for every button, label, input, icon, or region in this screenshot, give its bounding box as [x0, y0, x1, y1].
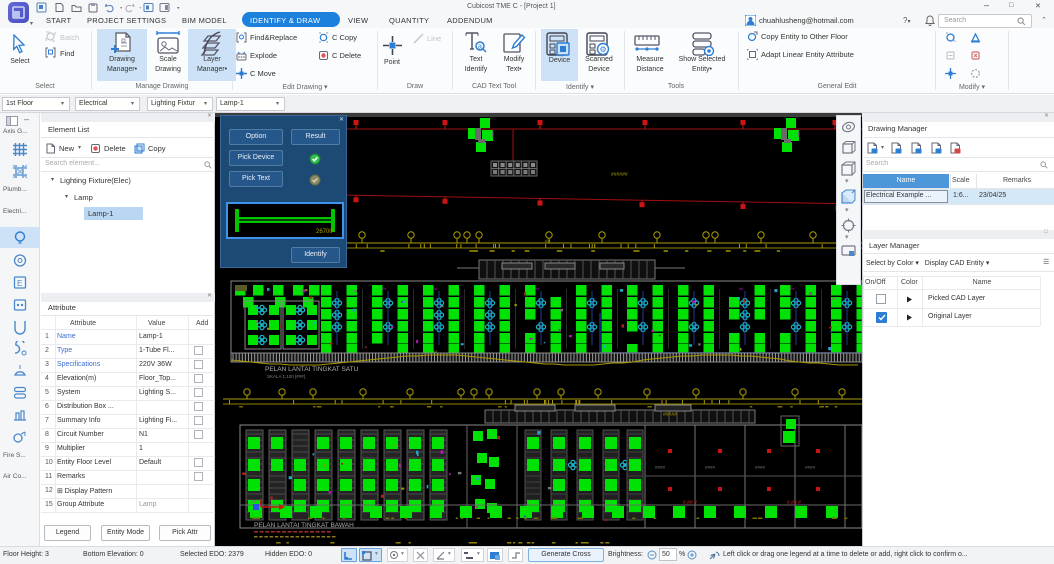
svg-text:##: ##: [545, 239, 551, 245]
svg-text:26700: 26700: [316, 229, 333, 235]
svg-text:PELAN LANTAI TINGKAT BAWAH: PELAN LANTAI TINGKAT BAWAH: [254, 522, 354, 529]
svg-text:##: ##: [739, 286, 744, 291]
svg-text:######: ######: [611, 172, 628, 178]
svg-text:##: ##: [535, 286, 540, 291]
svg-text:####: ####: [705, 465, 716, 470]
svg-text:##: ##: [790, 286, 795, 291]
svg-text:####: ####: [655, 465, 666, 470]
svg-text:#####: #####: [663, 412, 677, 418]
svg-text:####: ####: [805, 465, 816, 470]
svg-text:⚙: ⚙: [600, 45, 607, 54]
svg-text:a: a: [478, 44, 482, 51]
svg-text:PELAN LANTAI TINGKAT SATU: PELAN LANTAI TINGKAT SATU: [265, 366, 359, 373]
svg-text:E: E: [17, 279, 22, 288]
svg-text:##: ##: [382, 286, 387, 291]
svg-text:####: ####: [755, 465, 766, 470]
svg-text:SKALA 1:100 [###]: SKALA 1:100 [###]: [267, 374, 305, 379]
svg-text:##: ##: [433, 286, 438, 291]
